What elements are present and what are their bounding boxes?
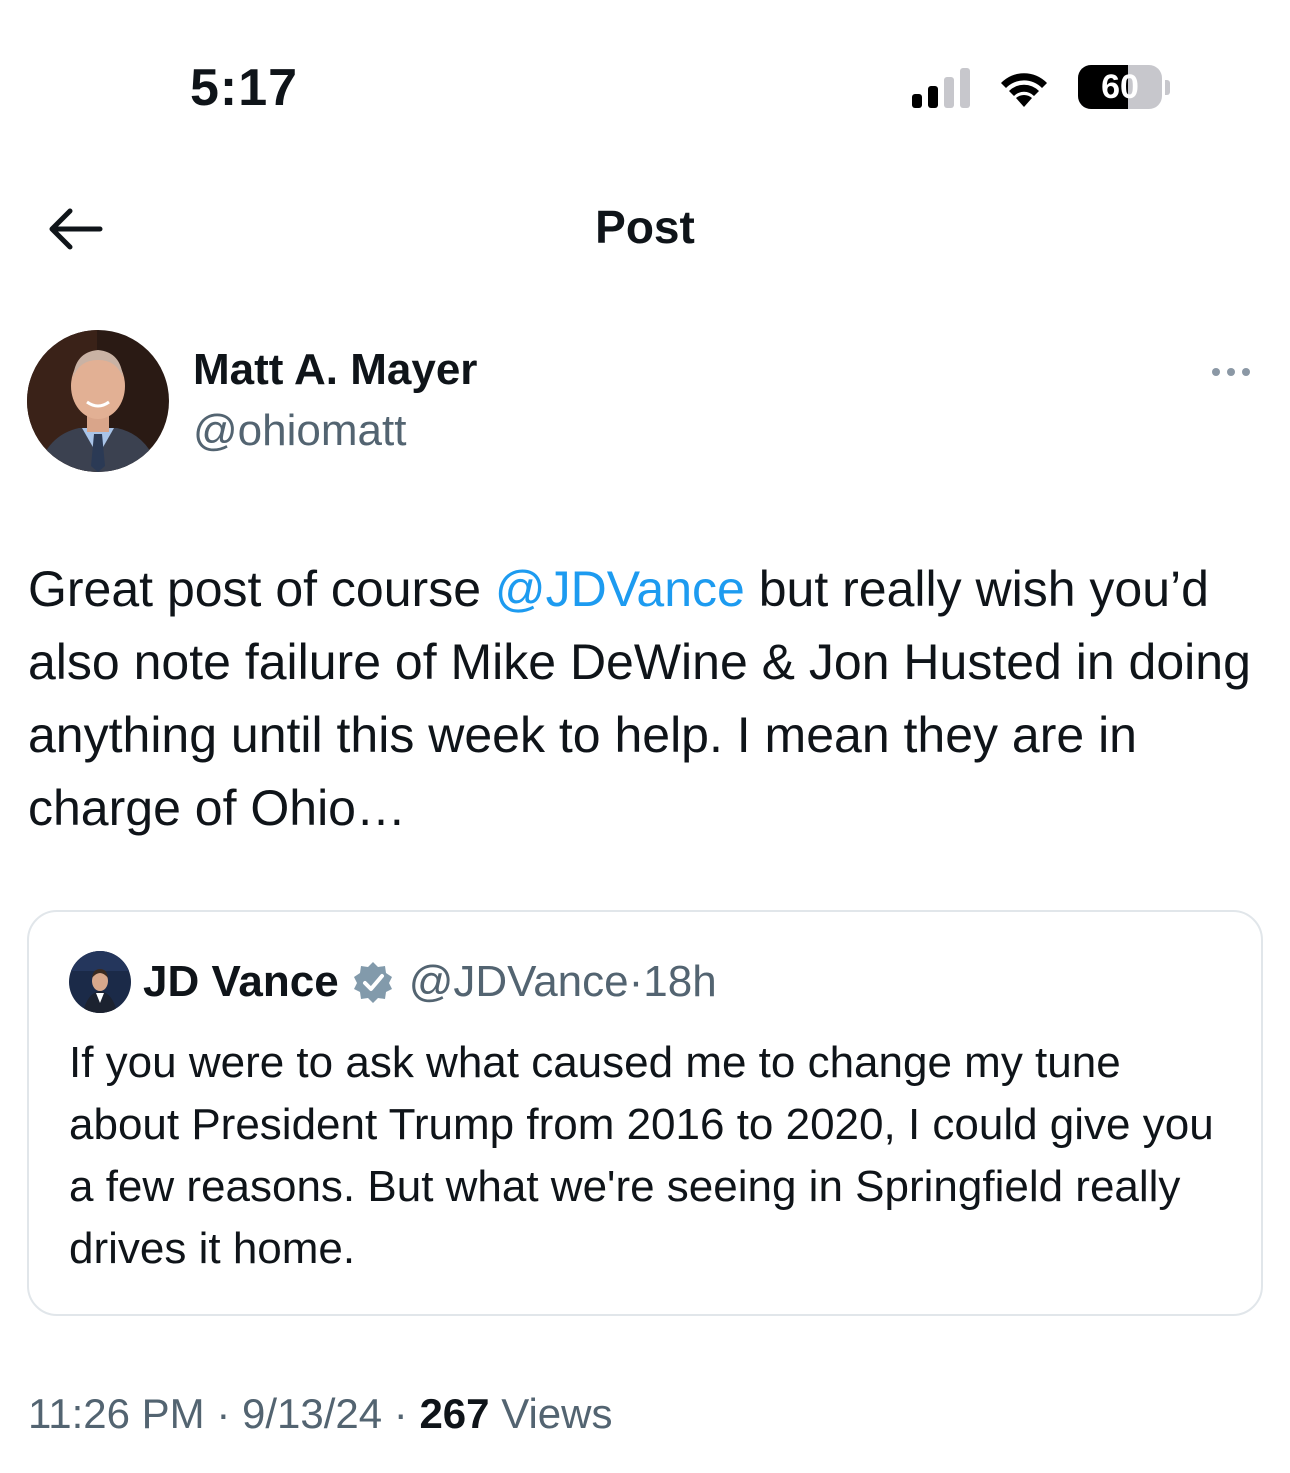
author-handle[interactable]: @ohiomatt bbox=[193, 406, 406, 456]
views-count[interactable]: 267 bbox=[419, 1390, 489, 1437]
battery-icon: 60 bbox=[1078, 65, 1170, 109]
quoted-post-card[interactable]: JD Vance @JDVance · 18h If you were to a… bbox=[27, 910, 1263, 1316]
author-name[interactable]: Matt A. Mayer bbox=[193, 345, 477, 395]
meta-separator: · bbox=[382, 1390, 420, 1437]
page-title: Post bbox=[595, 201, 695, 253]
quoted-author-name: JD Vance bbox=[143, 957, 339, 1006]
quoted-post-header: JD Vance @JDVance · 18h bbox=[69, 950, 717, 1014]
post-text-part: Great post of course bbox=[28, 561, 495, 617]
meta-separator: · bbox=[204, 1390, 242, 1437]
author-avatar[interactable] bbox=[27, 330, 169, 472]
views-label: Views bbox=[501, 1390, 613, 1437]
battery-level: 60 bbox=[1101, 67, 1139, 106]
quoted-author-avatar bbox=[69, 951, 131, 1013]
status-time: 5:17 bbox=[190, 59, 299, 117]
cellular-signal-icon bbox=[912, 66, 970, 108]
post-text: Great post of course @JDVance but really… bbox=[28, 553, 1268, 845]
quoted-author-handle: @JDVance bbox=[408, 957, 629, 1006]
quoted-post-age: 18h bbox=[643, 957, 717, 1006]
status-icons: 60 bbox=[912, 64, 1170, 110]
post-time: 11:26 PM bbox=[28, 1390, 205, 1437]
post-metadata: 11:26 PM · 9/13/24 · 267 Views bbox=[28, 1390, 612, 1438]
mention-link[interactable]: @JDVance bbox=[495, 561, 745, 617]
ellipsis-icon bbox=[1212, 368, 1220, 376]
meta-separator: · bbox=[628, 957, 644, 1006]
post-date: 9/13/24 bbox=[241, 1390, 383, 1437]
verified-badge-icon bbox=[353, 962, 392, 1003]
more-options-button[interactable] bbox=[1212, 362, 1260, 382]
quoted-post-text: If you were to ask what caused me to cha… bbox=[69, 1038, 1214, 1273]
wifi-icon bbox=[1001, 73, 1047, 107]
post-screen: 5:17 60 Post Matt A. Mayer @ohiomatt Gre… bbox=[0, 0, 1290, 1473]
